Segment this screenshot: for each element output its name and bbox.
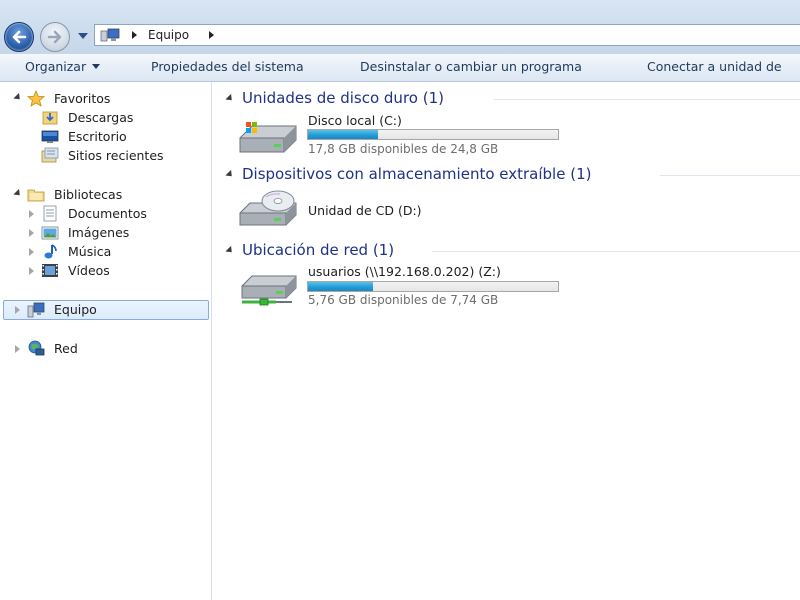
collapse-icon[interactable] bbox=[13, 188, 23, 199]
forward-arrow-icon bbox=[47, 30, 62, 44]
nav-item-label: Música bbox=[68, 244, 112, 259]
drive-name: Disco local (C:) bbox=[308, 113, 402, 128]
chevron-down-icon bbox=[92, 64, 101, 69]
command-bar: Organizar Propiedades del sistema Desins… bbox=[0, 54, 800, 82]
breadcrumb-equipo[interactable]: Equipo bbox=[148, 28, 189, 42]
uninstall-program-button[interactable]: Desinstalar o cambiar un programa bbox=[360, 59, 582, 74]
nav-item-documents[interactable]: Documentos bbox=[0, 204, 210, 223]
star-icon bbox=[27, 90, 45, 107]
nav-network-label: Red bbox=[54, 341, 78, 356]
collapse-icon[interactable] bbox=[225, 93, 235, 104]
drive-usage-fill bbox=[308, 282, 373, 291]
pictures-icon bbox=[41, 226, 59, 240]
nav-item-label: Sitios recientes bbox=[68, 148, 164, 163]
group-removable-storage[interactable]: Dispositivos con almacenamiento extraíbl… bbox=[212, 165, 800, 185]
system-properties-button[interactable]: Propiedades del sistema bbox=[151, 59, 304, 74]
nav-item-label: Escritorio bbox=[68, 129, 127, 144]
group-hard-drives[interactable]: Unidades de disco duro (1) bbox=[212, 89, 800, 109]
nav-item-recent-places[interactable]: Sitios recientes bbox=[0, 146, 210, 165]
forward-button[interactable] bbox=[40, 22, 70, 52]
breadcrumb-separator-icon[interactable] bbox=[132, 31, 137, 39]
music-note-icon bbox=[44, 244, 57, 259]
cd-drive-icon bbox=[239, 190, 297, 226]
group-divider bbox=[494, 99, 800, 100]
group-divider bbox=[432, 251, 800, 252]
breadcrumb-separator-icon[interactable] bbox=[209, 31, 214, 39]
expand-icon[interactable] bbox=[15, 306, 20, 314]
nav-item-videos[interactable]: Vídeos bbox=[0, 261, 210, 280]
drive-usage-bar bbox=[307, 281, 559, 292]
nav-item-music[interactable]: Música bbox=[0, 242, 210, 261]
film-icon bbox=[42, 264, 58, 277]
group-title: Ubicación de red (1) bbox=[242, 241, 395, 259]
drive-name: Unidad de CD (D:) bbox=[308, 203, 422, 218]
expand-icon[interactable] bbox=[15, 345, 20, 353]
drive-name: usuarios (\\192.168.0.202) (Z:) bbox=[308, 264, 501, 279]
nav-item-label: Imágenes bbox=[68, 225, 130, 240]
nav-item-desktop[interactable]: Escritorio bbox=[0, 127, 210, 146]
nav-item-pictures[interactable]: Imágenes bbox=[0, 223, 210, 242]
drive-free-space: 5,76 GB disponibles de 7,74 GB bbox=[308, 293, 499, 307]
back-button[interactable] bbox=[4, 22, 34, 52]
nav-item-downloads[interactable]: Descargas bbox=[0, 108, 210, 127]
nav-network[interactable]: Red bbox=[0, 339, 210, 358]
nav-favorites[interactable]: Favoritos bbox=[0, 89, 210, 108]
address-field[interactable]: Equipo bbox=[94, 24, 800, 46]
navigation-pane: Favoritos Descargas Escritorio Sitios re… bbox=[0, 82, 212, 600]
collapse-icon[interactable] bbox=[225, 245, 235, 256]
libraries-icon bbox=[27, 189, 45, 202]
recent-places-icon bbox=[41, 147, 59, 163]
drive-usage-bar bbox=[307, 129, 559, 140]
expand-icon[interactable] bbox=[29, 267, 34, 275]
drive-usage-fill bbox=[308, 130, 378, 139]
group-network-locations[interactable]: Ubicación de red (1) bbox=[212, 241, 800, 261]
nav-item-label: Documentos bbox=[68, 206, 147, 221]
nav-favorites-label: Favoritos bbox=[54, 91, 111, 106]
nav-computer-label: Equipo bbox=[54, 302, 97, 317]
back-arrow-icon bbox=[12, 30, 27, 44]
collapse-icon[interactable] bbox=[225, 169, 235, 180]
desktop-icon bbox=[41, 130, 59, 143]
address-bar-area: Equipo bbox=[0, 0, 800, 55]
documents-icon bbox=[43, 205, 57, 222]
recent-pages-dropdown[interactable] bbox=[78, 33, 88, 39]
network-icon bbox=[28, 340, 45, 356]
nav-computer[interactable]: Equipo bbox=[0, 300, 210, 319]
computer-icon bbox=[100, 28, 120, 42]
drive-free-space: 17,8 GB disponibles de 24,8 GB bbox=[308, 142, 499, 156]
expand-icon[interactable] bbox=[29, 229, 34, 237]
nav-item-label: Vídeos bbox=[68, 263, 110, 278]
map-network-drive-button[interactable]: Conectar a unidad de bbox=[647, 59, 782, 74]
group-divider bbox=[660, 175, 800, 176]
group-title: Unidades de disco duro (1) bbox=[242, 89, 444, 107]
downloads-folder-icon bbox=[42, 111, 58, 125]
hard-disk-icon bbox=[239, 122, 297, 153]
nav-libraries-label: Bibliotecas bbox=[54, 187, 123, 202]
nav-libraries[interactable]: Bibliotecas bbox=[0, 185, 210, 204]
group-title: Dispositivos con almacenamiento extraíbl… bbox=[242, 165, 592, 183]
content-pane: Unidades de disco duro (1) Disco local (… bbox=[212, 82, 800, 600]
organize-label: Organizar bbox=[25, 59, 87, 74]
collapse-icon[interactable] bbox=[13, 92, 23, 103]
nav-item-label: Descargas bbox=[68, 110, 134, 125]
computer-icon bbox=[27, 302, 45, 318]
expand-icon[interactable] bbox=[29, 210, 34, 218]
organize-button[interactable]: Organizar bbox=[25, 59, 101, 74]
expand-icon[interactable] bbox=[29, 248, 34, 256]
network-drive-icon bbox=[241, 275, 297, 306]
